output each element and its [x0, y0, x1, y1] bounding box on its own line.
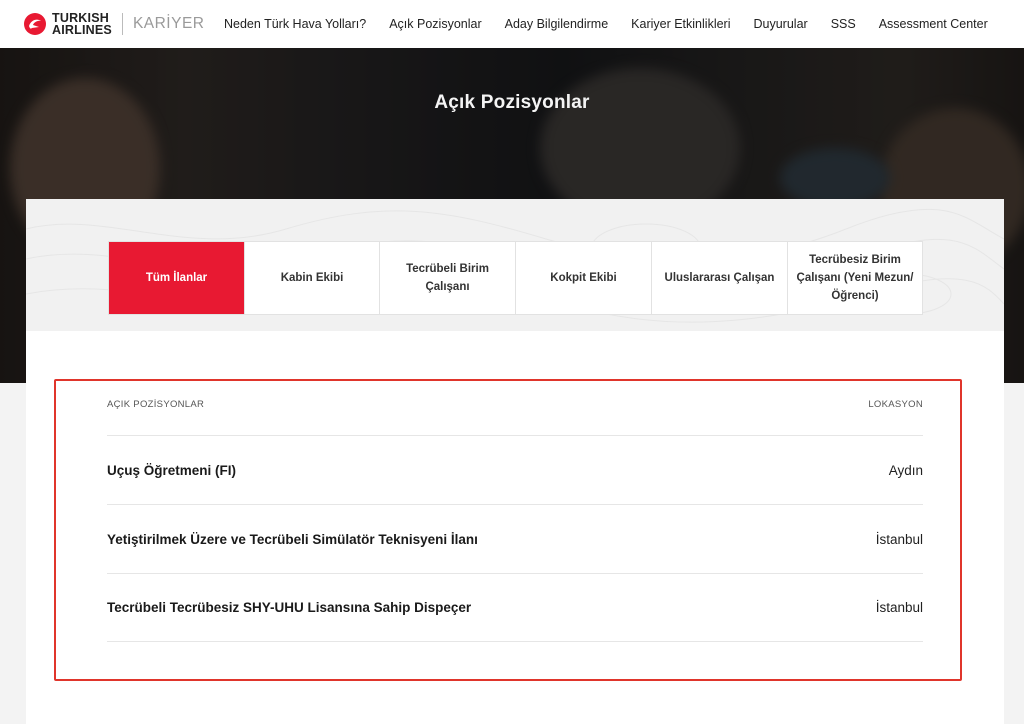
brand-line-2: AIRLINES: [52, 23, 112, 37]
brand-divider: [121, 13, 123, 35]
table-row[interactable]: Uçuş Öğretmeni (FI) Aydın: [107, 460, 923, 480]
tab-all-listings[interactable]: Tüm İlanlar: [109, 242, 245, 314]
brand-section-label: KARİYER: [132, 15, 205, 32]
row-divider: [107, 504, 923, 505]
table-row[interactable]: Tecrübeli Tecrübesiz SHY-UHU Lisansına S…: [107, 597, 923, 617]
nav-item-career-events[interactable]: Kariyer Etkinlikleri: [631, 17, 730, 31]
row-divider: [107, 641, 923, 642]
position-title-link[interactable]: Tecrübeli Tecrübesiz SHY-UHU Lisansına S…: [107, 600, 471, 615]
nav-item-open-positions[interactable]: Açık Pozisyonlar: [389, 17, 481, 31]
listing-header: AÇIK POZİSYONLAR LOKASYON: [107, 399, 923, 410]
brand-logo[interactable]: TURKISH AIRLINES KARİYER: [24, 12, 205, 36]
nav-item-why-thy[interactable]: Neden Türk Hava Yolları?: [224, 17, 366, 31]
position-title-link[interactable]: Uçuş Öğretmeni (FI): [107, 463, 236, 478]
position-title-link[interactable]: Yetiştirilmek Üzere ve Tecrübeli Simülat…: [107, 532, 478, 547]
main-nav: Neden Türk Hava Yolları? Açık Pozisyonla…: [224, 0, 988, 48]
tab-experienced-staff[interactable]: Tecrübeli Birim Çalışanı: [380, 242, 516, 314]
table-row[interactable]: Yetiştirilmek Üzere ve Tecrübeli Simülat…: [107, 529, 923, 549]
position-location: İstanbul: [875, 599, 923, 615]
nav-item-announcements[interactable]: Duyurular: [754, 17, 808, 31]
column-header-positions: AÇIK POZİSYONLAR: [107, 399, 205, 410]
tab-inexperienced-staff[interactable]: Tecrübesiz Birim Çalışanı (Yeni Mezun/ Ö…: [788, 242, 922, 314]
brand-name: TURKISH AIRLINES: [52, 12, 112, 37]
category-tabs: Tüm İlanlar Kabin Ekibi Tecrübeli Birim …: [108, 241, 923, 315]
tab-cabin-crew[interactable]: Kabin Ekibi: [245, 242, 380, 314]
position-location: Aydın: [888, 462, 923, 478]
column-header-location: LOKASYON: [868, 399, 923, 410]
nav-item-candidate-info[interactable]: Aday Bilgilendirme: [505, 17, 609, 31]
nav-item-assessment-center[interactable]: Assessment Center: [879, 17, 988, 31]
site-header: TURKISH AIRLINES KARİYER Neden Türk Hava…: [0, 0, 1024, 48]
tab-cockpit-crew[interactable]: Kokpit Ekibi: [516, 242, 652, 314]
row-divider: [107, 573, 923, 574]
position-location: İstanbul: [875, 531, 923, 547]
turkish-airlines-logo-icon: [24, 13, 46, 35]
tab-international-staff[interactable]: Uluslararası Çalışan: [652, 242, 788, 314]
page-title: Açık Pozisyonlar: [434, 92, 590, 113]
row-divider: [107, 435, 923, 436]
nav-item-faq[interactable]: SSS: [831, 17, 856, 31]
